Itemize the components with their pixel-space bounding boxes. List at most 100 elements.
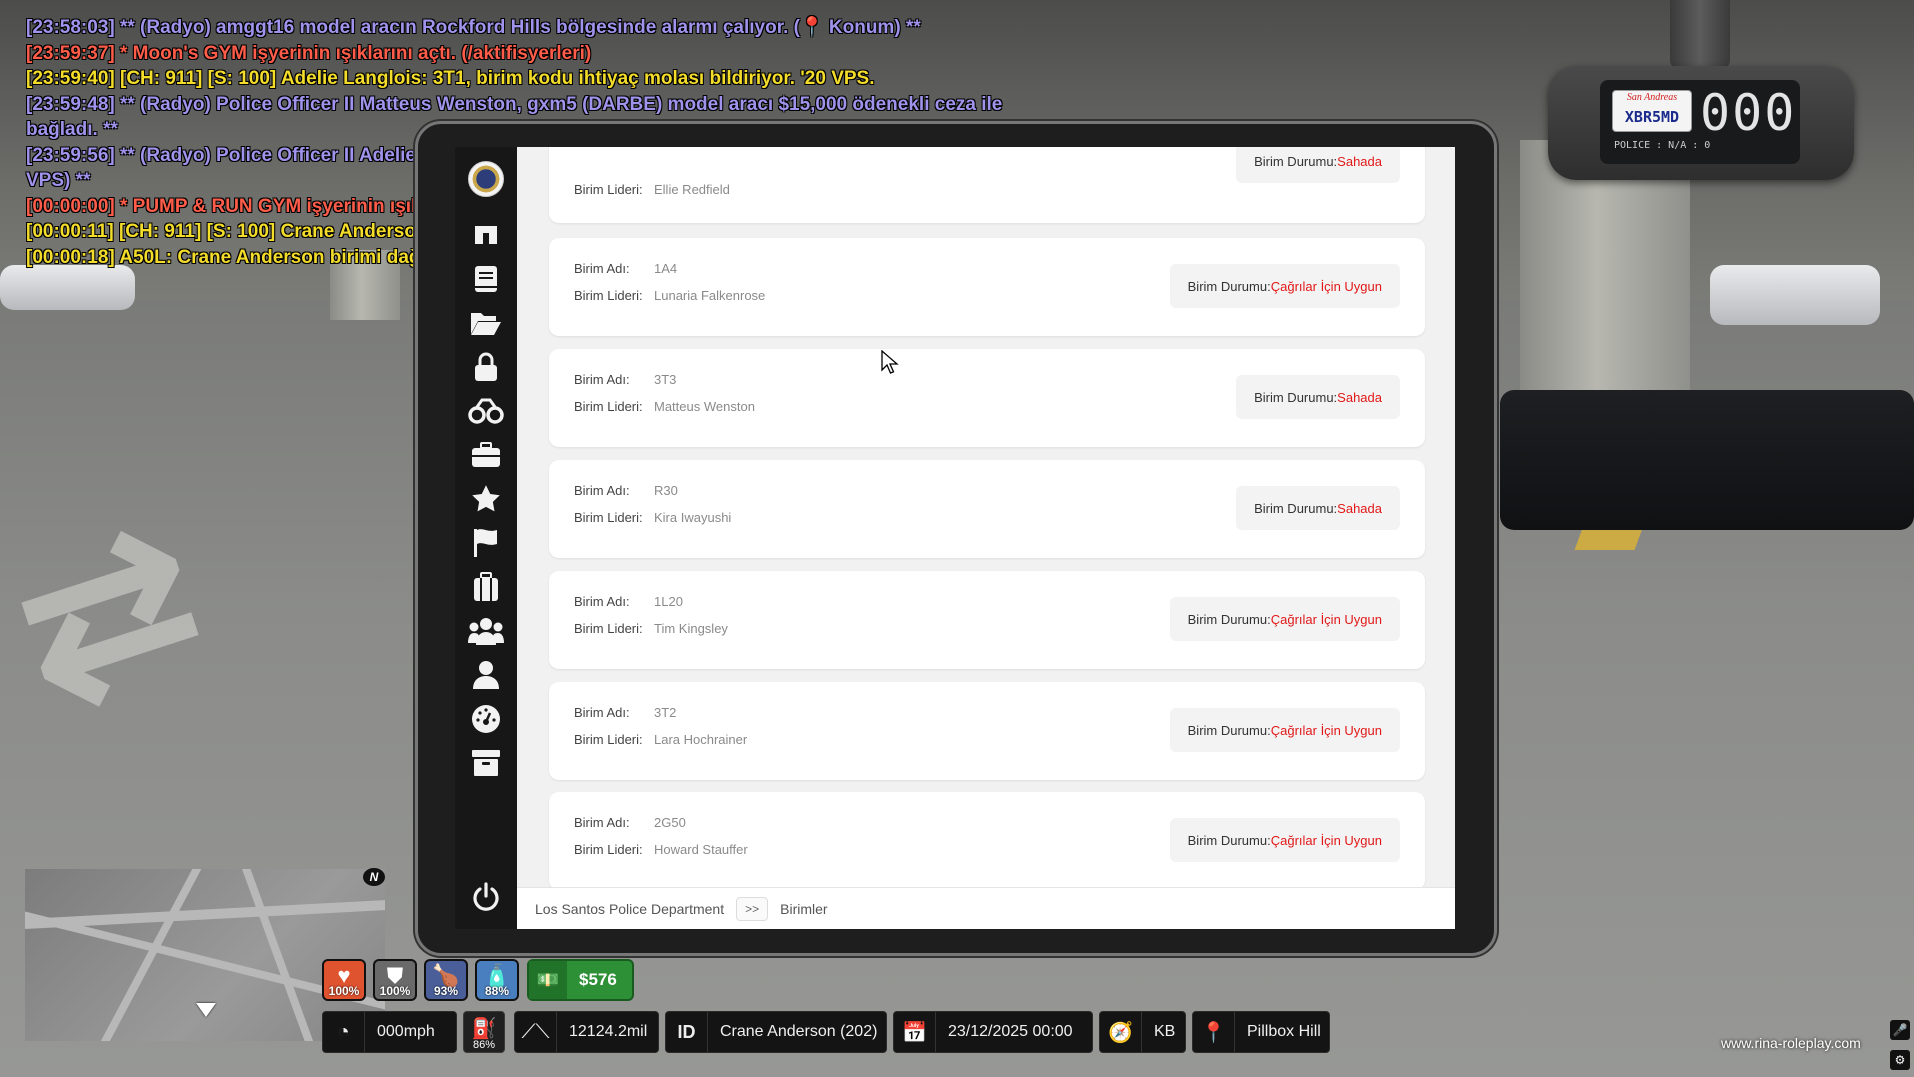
chat-line: [23:59:37] * Moon's GYM işyerinin ışıkla… <box>26 42 592 64</box>
armor-stat: ⛊ 100% <box>373 959 417 1001</box>
map-pin-icon: 📍 <box>1193 1012 1235 1052</box>
breadcrumb-root[interactable]: Los Santos Police Department <box>535 901 724 917</box>
flag-icon[interactable] <box>455 525 517 561</box>
unit-card[interactable]: Birim Adı: 2G50 Birim Lideri: Howard Sta… <box>549 792 1425 887</box>
user-icon[interactable] <box>455 657 517 693</box>
direction-value: KB <box>1154 1023 1176 1040</box>
health-value: 100% <box>328 984 360 998</box>
mdt-tablet-screen: Birim Lideri: Ellie Redfield Birim Durum… <box>455 147 1455 929</box>
unit-status-value: Çağrılar İçin Uygun <box>1270 722 1382 738</box>
unit-status-pill: Birim Durumu: Çağrılar İçin Uygun <box>1169 597 1400 641</box>
notebook-icon[interactable] <box>455 261 517 297</box>
unit-status-value: Sahada <box>1337 389 1382 405</box>
microphone-icon: 🎤 <box>1890 1020 1910 1040</box>
compass-icon: 🧭 <box>1100 1012 1142 1052</box>
users-icon[interactable] <box>455 613 517 649</box>
dashcam-status: POLICE : N/A : 0 <box>1614 140 1711 151</box>
unit-status-label: Birim Durumu: <box>1187 278 1271 294</box>
unit-status-value: Çağrılar İçin Uygun <box>1270 832 1382 848</box>
unit-name-value: 3T2 <box>654 705 677 720</box>
unit-name-row: Birim Adı: 3T2 <box>574 705 676 720</box>
unit-name-value: 3T3 <box>654 372 677 387</box>
unit-name-label: Birim Adı: <box>574 594 630 609</box>
mileage-value: 12124.2mil <box>569 1023 648 1040</box>
unit-name-row: Birim Adı: R30 <box>574 483 678 498</box>
archive-icon[interactable] <box>455 745 517 781</box>
unit-name-row: Birim Adı: 3T3 <box>574 372 676 387</box>
folder-open-icon[interactable] <box>455 305 517 341</box>
unit-card[interactable]: Birim Adı: 1L20 Birim Lideri: Tim Kingsl… <box>549 571 1425 669</box>
unit-card[interactable]: Birim Adı: 3T2 Birim Lideri: Lara Hochra… <box>549 682 1425 780</box>
unit-card[interactable]: Birim Lideri: Ellie Redfield Birim Durum… <box>549 147 1425 223</box>
unit-name-value: 1L20 <box>654 594 683 609</box>
unit-status-label: Birim Durumu: <box>1254 389 1338 405</box>
handcuffs-icon[interactable] <box>455 393 517 429</box>
mdt-sidebar <box>455 147 517 929</box>
unit-status-pill: Birim Durumu: Çağrılar İçin Uygun <box>1169 708 1400 752</box>
unit-card[interactable]: Birim Adı: 1A4 Birim Lideri: Lunaria Fal… <box>549 238 1425 336</box>
compass: 🧭 KB <box>1099 1011 1186 1053</box>
money-value: $576 <box>579 970 617 989</box>
unit-leader-row: Birim Lideri: Tim Kingsley <box>574 621 728 636</box>
home-icon[interactable] <box>455 213 517 249</box>
chat-line: [23:58:03] ** (Radyo) amggt16 model arac… <box>26 17 921 38</box>
north-indicator: N <box>363 868 385 886</box>
briefcase-icon[interactable] <box>455 437 517 473</box>
map-road <box>237 869 321 1041</box>
unit-status-pill: Birim Durumu: Çağrılar İçin Uygun <box>1169 264 1400 308</box>
unit-status-pill: Birim Durumu: Sahada <box>1236 147 1400 183</box>
unit-name-value: R30 <box>654 483 678 498</box>
unit-status-pill: Birim Durumu: Sahada <box>1236 375 1400 419</box>
odometer: ⟋⟍ 12124.2mil <box>514 1011 659 1053</box>
speedometer: ◔ 000mph <box>322 1011 457 1053</box>
lock-icon[interactable] <box>455 349 517 385</box>
unit-leader-value: Tim Kingsley <box>654 621 728 636</box>
unit-name-row: Birim Adı: 1L20 <box>574 594 683 609</box>
player-id: ID Crane Anderson (202) <box>665 1011 887 1053</box>
suitcase-icon[interactable] <box>455 569 517 605</box>
unit-leader-label: Birim Lideri: <box>574 621 643 636</box>
unit-leader-value: Ellie Redfield <box>654 182 730 197</box>
unit-leader-label: Birim Lideri: <box>574 842 643 857</box>
unit-status-label: Birim Durumu: <box>1187 832 1271 848</box>
player-name: Crane Anderson (202) <box>720 1023 878 1040</box>
star-icon[interactable] <box>455 481 517 517</box>
thirst-stat: 🧴 88% <box>475 959 519 1001</box>
unit-status-label: Birim Durumu: <box>1187 722 1271 738</box>
breadcrumb: Los Santos Police Department >> Birimler <box>517 887 1455 929</box>
unit-name-row: Birim Adı: 1A4 <box>574 261 677 276</box>
unit-leader-label: Birim Lideri: <box>574 288 643 303</box>
unit-leader-label: Birim Lideri: <box>574 510 643 525</box>
thirst-value: 88% <box>484 984 510 998</box>
plate-number: XBR5MD <box>1624 108 1680 126</box>
breadcrumb-separator: >> <box>736 896 769 921</box>
datetime-value: 23/12/2025 00:00 <box>948 1023 1073 1040</box>
unit-card[interactable]: Birim Adı: R30 Birim Lideri: Kira Iwayus… <box>549 460 1425 558</box>
speedometer-icon: ◔ <box>323 1012 365 1052</box>
unit-leader-label: Birim Lideri: <box>574 399 643 414</box>
money-display: 💵 $576 <box>527 959 634 1001</box>
unit-leader-row: Birim Lideri: Lara Hochrainer <box>574 732 747 747</box>
unit-leader-row: Birim Lideri: Ellie Redfield <box>574 182 730 197</box>
unit-card[interactable]: Birim Adı: 3T3 Birim Lideri: Matteus Wen… <box>549 349 1425 447</box>
location: 📍 Pillbox Hill <box>1192 1011 1330 1053</box>
dashboard-icon[interactable] <box>455 701 517 737</box>
unit-leader-value: Lara Hochrainer <box>654 732 748 747</box>
player-blip-icon <box>196 1003 216 1017</box>
armor-value: 100% <box>379 984 411 998</box>
unit-status-value: Sahada <box>1337 500 1382 516</box>
unit-name-label: Birim Adı: <box>574 261 630 276</box>
unit-name-label: Birim Adı: <box>574 483 630 498</box>
parked-suv <box>1500 390 1914 530</box>
unit-status-label: Birim Durumu: <box>1187 611 1271 627</box>
health-stat: ♥ 100% <box>322 959 366 1001</box>
unit-status-value: Sahada <box>1337 153 1382 169</box>
unit-leader-value: Matteus Wenston <box>654 399 755 414</box>
unit-leader-label: Birim Lideri: <box>574 732 643 747</box>
dashcam-mount <box>1670 0 1730 70</box>
unit-leader-row: Birim Lideri: Kira Iwayushi <box>574 510 731 525</box>
breadcrumb-current: Birimler <box>780 900 828 917</box>
location-value: Pillbox Hill <box>1247 1023 1321 1040</box>
unit-leader-value: Kira Iwayushi <box>654 510 732 525</box>
power-icon[interactable] <box>455 877 517 917</box>
